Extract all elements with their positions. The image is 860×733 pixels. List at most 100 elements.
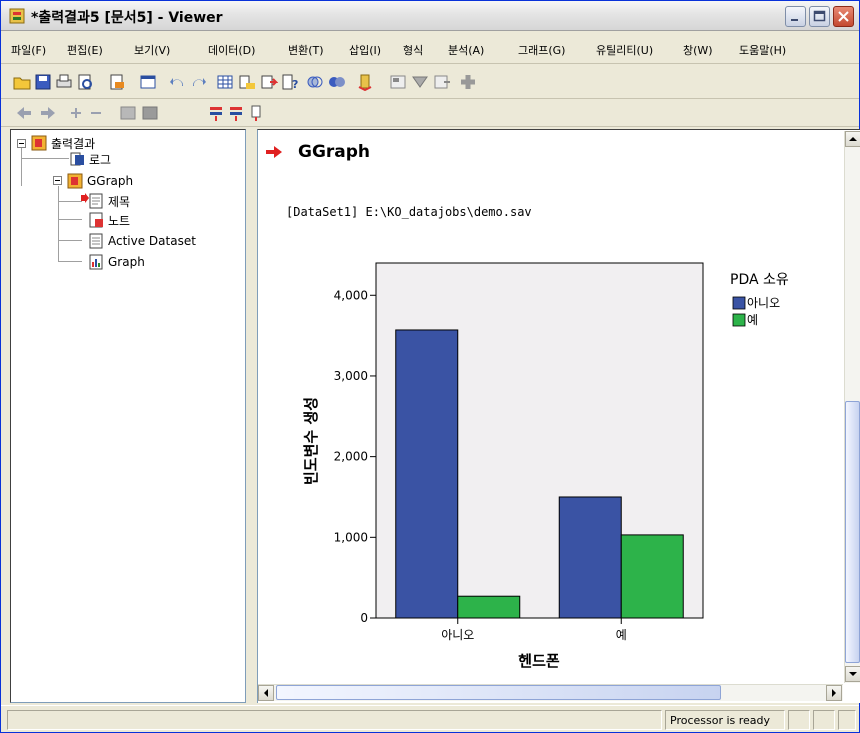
tree-label: 제목 (108, 194, 131, 209)
bar-0-1 (558, 496, 622, 619)
expand-icon[interactable] (67, 104, 85, 122)
insert-text-icon[interactable] (433, 73, 451, 91)
print-preview-icon[interactable] (76, 73, 94, 91)
bar-0-0 (395, 329, 459, 619)
minimize-icon (791, 19, 798, 21)
menu-bar: 파일(F) 편집(E) 보기(V) 데이터(D) 변환(T) 삽입(I) 형식 … (1, 34, 859, 64)
promote-item-icon[interactable] (227, 104, 245, 122)
variable-info-icon[interactable]: ? (281, 73, 299, 91)
tree-item-active-dataset[interactable]: Active Dataset (88, 232, 196, 250)
menu-help[interactable]: 도움말(H) (739, 42, 786, 58)
scroll-down-button[interactable] (845, 666, 860, 682)
x-tick-label: 아니오 (441, 628, 474, 642)
vertical-scrollbar[interactable] (844, 131, 860, 683)
root-expander[interactable] (17, 139, 26, 148)
y-tick-label: 0 (360, 611, 368, 625)
horizontal-scrollbar[interactable] (258, 684, 843, 701)
show-icon[interactable] (119, 104, 137, 122)
tree-label: Active Dataset (108, 234, 196, 248)
menu-window[interactable]: 창(W) (683, 42, 713, 58)
collapse-icon[interactable] (87, 104, 105, 122)
status-bar: Processor is ready (1, 705, 859, 732)
book-icon (67, 173, 83, 189)
outline-pane[interactable]: 출력결과 로그 GGraph 제목 노트 Active Dataset Grap… (10, 129, 246, 703)
ggraph-expander[interactable] (53, 176, 62, 185)
tree-item-log[interactable]: 로그 (69, 150, 111, 168)
viewer-window: *출력결과5 [문서5] - Viewer 파일(F) 편집(E) 보기(V) … (0, 0, 860, 733)
legend-swatch (732, 313, 746, 327)
y-tick-label: 4,000 (334, 288, 368, 302)
vertical-scroll-thumb[interactable] (845, 401, 860, 663)
redo-icon[interactable] (189, 73, 207, 91)
tree-item-ggraph[interactable]: GGraph (67, 172, 133, 190)
goto-data-icon[interactable] (216, 73, 234, 91)
demote-icon[interactable] (207, 104, 225, 122)
export-icon[interactable] (108, 73, 126, 91)
minimize-button[interactable] (785, 6, 806, 27)
arrow-up-icon (849, 137, 857, 141)
output-heading: GGraph (298, 142, 371, 162)
menu-data[interactable]: 데이터(D) (208, 42, 255, 58)
maximize-icon (813, 10, 826, 22)
scroll-right-button[interactable] (826, 685, 842, 701)
tree-item-title[interactable]: 제목 (88, 192, 130, 210)
menu-file[interactable]: 파일(F) (11, 42, 46, 58)
insert-title-icon[interactable] (411, 73, 429, 91)
bar-1-0 (457, 595, 521, 619)
scroll-left-button[interactable] (258, 685, 274, 701)
horizontal-scroll-thumb[interactable] (276, 685, 721, 700)
log-icon (70, 152, 84, 166)
menu-insert[interactable]: 삽입(I) (349, 42, 381, 58)
menu-transform[interactable]: 변환(T) (288, 42, 324, 58)
insert-heading-icon[interactable] (389, 73, 407, 91)
bar-chart[interactable]: 01,0002,0003,0004,000 아니오 예 빈도변수 생성 헨드폰 P… (288, 248, 818, 678)
undo-icon[interactable] (169, 73, 187, 91)
bar-1-1 (620, 534, 684, 619)
open-folder-icon[interactable] (13, 73, 31, 91)
maximize-button[interactable] (809, 6, 830, 27)
close-button[interactable] (833, 6, 854, 27)
menu-format[interactable]: 형식 (403, 42, 423, 58)
designate-window-icon[interactable] (357, 73, 375, 91)
arrow-left-icon (264, 689, 268, 697)
menu-graphs[interactable]: 그래프(G) (518, 42, 565, 58)
recall-dialog-icon[interactable] (139, 73, 157, 91)
tree-label: Graph (108, 255, 145, 269)
status-message-area (7, 710, 662, 730)
hide-icon[interactable] (141, 104, 159, 122)
menu-edit[interactable]: 편집(E) (67, 42, 103, 58)
legend-title: PDA 소유 (730, 272, 789, 288)
insert-page-break-icon[interactable] (247, 104, 265, 122)
status-cell (813, 710, 835, 730)
print-icon[interactable] (55, 73, 73, 91)
tree-item-graph[interactable]: Graph (88, 253, 145, 271)
x-tick-label: 예 (616, 628, 627, 642)
window-title: *출력결과5 [문서5] - Viewer (31, 10, 223, 26)
legend-swatch (732, 296, 746, 310)
menu-utilities[interactable]: 유틸리티(U) (596, 42, 653, 58)
title-doc-icon (89, 193, 103, 209)
arrow-right-icon (832, 689, 836, 697)
book-icon (31, 135, 47, 151)
current-item-arrow-icon (266, 146, 282, 158)
use-sets-icon[interactable] (306, 73, 324, 91)
variables-icon[interactable] (260, 73, 278, 91)
save-icon[interactable] (34, 73, 52, 91)
title-bar[interactable]: *출력결과5 [문서5] - Viewer (1, 1, 859, 31)
content-pane[interactable]: GGraph [DataSet1] E:\KO_datajobs\demo.sa… (257, 129, 860, 703)
menu-view[interactable]: 보기(V) (134, 42, 170, 58)
scroll-up-button[interactable] (845, 131, 860, 147)
pane-splitter[interactable] (246, 129, 255, 703)
tree-label: 노트 (108, 213, 131, 228)
y-tick-label: 2,000 (334, 450, 368, 464)
arrow-down-icon (849, 672, 857, 676)
goto-case-icon[interactable] (238, 73, 256, 91)
y-axis-title: 빈도변수 생성 (302, 397, 320, 485)
tree-item-notes[interactable]: 노트 (88, 211, 130, 229)
promote-icon[interactable] (459, 73, 477, 91)
back-arrow-icon[interactable] (15, 104, 33, 122)
forward-arrow-icon[interactable] (39, 104, 57, 122)
show-all-variables-icon[interactable] (328, 73, 346, 91)
status-cell (838, 710, 856, 730)
menu-analyze[interactable]: 분석(A) (448, 42, 484, 58)
